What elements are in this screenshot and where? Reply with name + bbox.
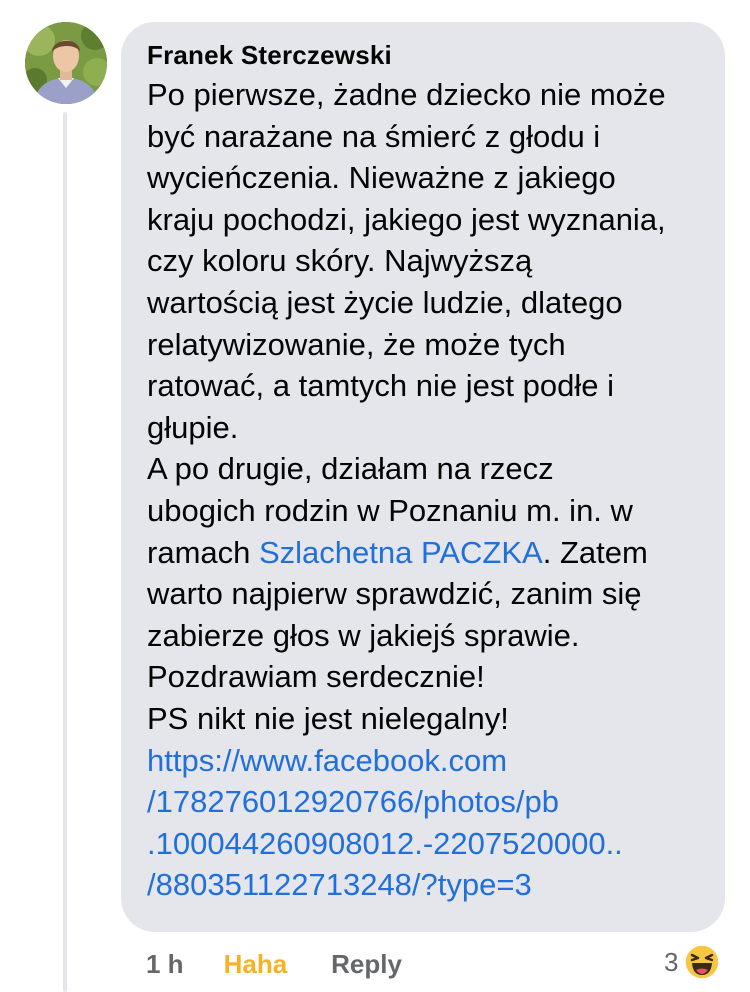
comment-line: kraju pochodzi, jakiego jest wyznania, (147, 201, 666, 237)
avatar[interactable] (25, 22, 107, 104)
comment-line: zabierze głos w jakiejś sprawie. (147, 617, 580, 653)
comment-line: ramach Szlachetna PACZKA. Zatem (147, 534, 648, 570)
comment-line: ratować, a tamtych nie jest podłe i (147, 368, 614, 404)
comment-line: czy koloru skóry. Najwyższą (147, 243, 533, 279)
page-link-szlachetna-paczka[interactable]: Szlachetna PACZKA (259, 535, 543, 570)
haha-reaction-button[interactable]: Haha (224, 949, 288, 980)
comment-line: wycieńczenia. Nieważne z jakiego (147, 160, 616, 196)
comment-bubble: Franek Sterczewski Po pierwsze, żadne dz… (121, 22, 725, 932)
comment-text: Po pierwsze, żadne dziecko nie może być … (147, 74, 701, 906)
thread-line (63, 112, 67, 992)
comment-line: wartością jest życie ludzie, dlatego (147, 284, 623, 320)
comment-author[interactable]: Franek Sterczewski (147, 38, 701, 72)
comment-line: Po pierwsze, żadne dziecko nie może (147, 77, 666, 112)
reply-button[interactable]: Reply (331, 949, 402, 980)
haha-emoji-icon (684, 944, 721, 980)
comment-line: Pozdrawiam serdecznie! (147, 659, 485, 695)
url-link-line[interactable]: /178276012920766/photos/pb (147, 781, 701, 823)
url-link-line[interactable]: https://www.facebook.com (147, 740, 701, 782)
comment-timestamp[interactable]: 1 h (146, 949, 184, 980)
reaction-summary[interactable]: 3 (664, 942, 721, 982)
comment-line: ubogich rodzin w Poznaniu m. in. w (147, 492, 633, 528)
comment-line: relatywizowanie, że może tych (147, 326, 566, 362)
comment-line: PS nikt nie jest nielegalny! (147, 700, 509, 736)
reaction-count: 3 (664, 946, 679, 977)
url-link-line[interactable]: .100044260908012.-2207520000.. (147, 823, 701, 865)
comment-line: warto najpierw sprawdzić, zanim się (147, 576, 642, 612)
comment-line: A po drugie, działam na rzecz (147, 451, 554, 487)
comment-line: być narażane na śmierć z głodu i (147, 118, 601, 154)
url-link-line[interactable]: /880351122713248/?type=3 (147, 864, 701, 906)
comment-line: głupie. (147, 409, 239, 445)
avatar-photo-icon (25, 22, 107, 104)
comment-actions: 1 h Haha Reply (146, 944, 402, 984)
